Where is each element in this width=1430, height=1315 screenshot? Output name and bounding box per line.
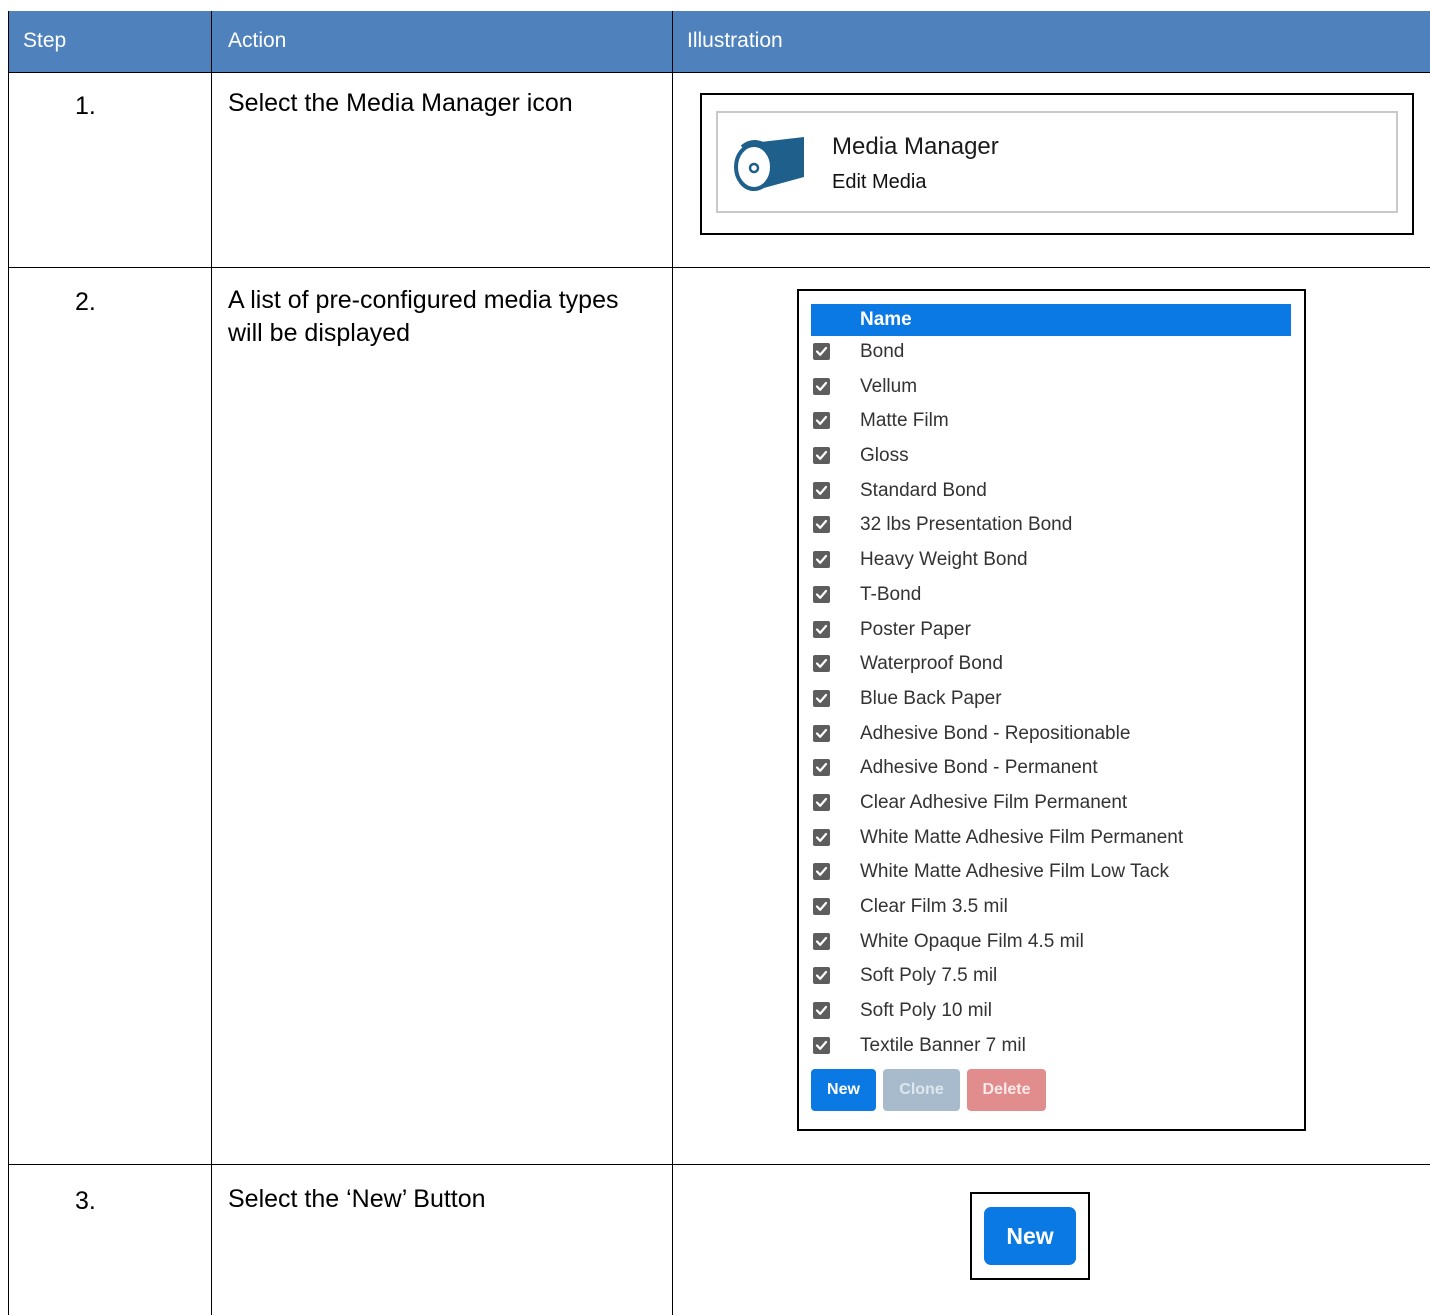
checkbox-checked-icon[interactable] [813, 585, 830, 603]
checkbox-checked-icon[interactable] [813, 828, 830, 846]
checkbox-checked-icon[interactable] [813, 759, 830, 777]
step-action: A list of pre-configured media types wil… [228, 286, 619, 347]
list-item-label: Soft Poly 7.5 mil [860, 965, 998, 987]
checkbox-checked-icon[interactable] [813, 1002, 830, 1020]
list-item[interactable]: White Matte Adhesive Film Permanent [811, 822, 1291, 857]
media-manager-tile[interactable]: Media Manager Edit Media [716, 111, 1398, 213]
list-item-label: Bond [860, 341, 905, 362]
list-item[interactable]: Bond [811, 336, 1291, 371]
list-item[interactable]: Adhesive Bond - Permanent [811, 752, 1291, 787]
checkbox-checked-icon[interactable] [813, 551, 830, 569]
list-column-header[interactable]: Name [811, 304, 1291, 336]
header-illustration: Illustration [687, 29, 783, 52]
checkbox-checked-icon[interactable] [813, 343, 830, 360]
list-item-label: Matte Film [860, 410, 949, 432]
checkbox-checked-icon[interactable] [813, 481, 830, 499]
checkbox-checked-icon[interactable] [813, 655, 830, 673]
column-divider [672, 11, 673, 1315]
list-item-label: Clear Adhesive Film Permanent [860, 791, 1128, 813]
list-item-label: Adhesive Bond - Permanent [860, 757, 1098, 779]
row-divider [9, 1164, 1430, 1165]
list-item-label: 32 lbs Presentation Bond [860, 514, 1073, 536]
list-item[interactable]: Textile Banner 7 mil [811, 1030, 1291, 1065]
checkbox-checked-icon[interactable] [813, 724, 830, 742]
list-item-label: Waterproof Bond [860, 653, 1003, 675]
step-number: 1. [75, 92, 96, 120]
list-item[interactable]: Adhesive Bond - Repositionable [811, 718, 1291, 753]
list-item[interactable]: Blue Back Paper [811, 683, 1291, 718]
clone-button[interactable]: Clone [883, 1069, 960, 1111]
list-item[interactable]: Poster Paper [811, 614, 1291, 649]
delete-button[interactable]: Delete [967, 1069, 1046, 1111]
list-item-label: White Matte Adhesive Film Permanent [860, 826, 1184, 848]
new-button-large[interactable]: New [984, 1207, 1076, 1265]
step-action: Select the Media Manager icon [228, 89, 573, 117]
checkbox-checked-icon[interactable] [813, 1036, 830, 1054]
list-item-label: Adhesive Bond - Repositionable [860, 722, 1131, 744]
step-number: 3. [75, 1187, 96, 1215]
header-step: Step [23, 29, 67, 52]
list-item-label: Blue Back Paper [860, 687, 1002, 709]
list-item[interactable]: White Matte Adhesive Film Low Tack [811, 856, 1291, 891]
list-item[interactable]: Clear Film 3.5 mil [811, 891, 1291, 926]
column-divider [211, 11, 212, 1315]
table-header: Step Action Illustration [9, 11, 1430, 73]
name-column-label: Name [860, 309, 912, 330]
list-item[interactable]: Waterproof Bond [811, 648, 1291, 683]
checkbox-checked-icon[interactable] [813, 447, 830, 465]
checkbox-checked-icon[interactable] [813, 932, 830, 950]
list-item-label: White Matte Adhesive Film Low Tack [860, 861, 1170, 883]
list-item-label: Heavy Weight Bond [860, 549, 1028, 571]
checkbox-checked-icon[interactable] [813, 863, 830, 881]
header-action: Action [228, 29, 287, 52]
media-roll-icon [734, 137, 804, 191]
list-item[interactable]: Gloss [811, 440, 1291, 475]
checkbox-checked-icon[interactable] [813, 377, 830, 395]
list-item-label: Standard Bond [860, 479, 987, 501]
list-item[interactable]: Soft Poly 7.5 mil [811, 960, 1291, 995]
list-item-label: T-Bond [860, 583, 922, 605]
step-number: 2. [75, 288, 96, 316]
list-item[interactable]: White Opaque Film 4.5 mil [811, 926, 1291, 961]
list-item-label: Poster Paper [860, 618, 971, 640]
checkbox-checked-icon[interactable] [813, 516, 830, 534]
list-item[interactable]: Matte Film [811, 405, 1291, 440]
list-item[interactable]: T-Bond [811, 579, 1291, 614]
list-item-label: Gloss [860, 445, 909, 467]
list-item[interactable]: Heavy Weight Bond [811, 544, 1291, 579]
media-manager-subtitle: Edit Media [832, 171, 927, 193]
list-item[interactable]: 32 lbs Presentation Bond [811, 509, 1291, 544]
list-item[interactable]: Clear Adhesive Film Permanent [811, 787, 1291, 822]
media-manager-title: Media Manager [832, 133, 999, 160]
checkbox-checked-icon[interactable] [813, 689, 830, 707]
checkbox-checked-icon[interactable] [813, 793, 830, 811]
list-item-label: Soft Poly 10 mil [860, 1000, 992, 1022]
list-item-label: Textile Banner 7 mil [860, 1034, 1026, 1056]
new-button[interactable]: New [811, 1069, 876, 1111]
media-list: Bond Vellum Matte Film Gloss Standard Bond 32… [811, 336, 1291, 1064]
list-item[interactable]: Soft Poly 10 mil [811, 995, 1291, 1030]
checkbox-checked-icon[interactable] [813, 620, 830, 638]
step-action: Select the ‘New’ Button [228, 1185, 486, 1213]
media-manager-illustration: Media Manager Edit Media [700, 93, 1414, 235]
list-item-label: White Opaque Film 4.5 mil [860, 930, 1084, 952]
media-list-illustration: Name Bond Vellum Matte Film Gloss Standard B… [797, 289, 1306, 1131]
list-item-label: Clear Film 3.5 mil [860, 896, 1008, 917]
checkbox-checked-icon[interactable] [813, 412, 830, 430]
checkbox-checked-icon[interactable] [813, 967, 830, 985]
row-divider [9, 267, 1430, 268]
new-button-illustration: New [970, 1192, 1090, 1280]
list-item-label: Vellum [860, 375, 918, 397]
list-item[interactable]: Standard Bond [811, 475, 1291, 510]
checkbox-checked-icon[interactable] [813, 898, 830, 915]
list-item[interactable]: Vellum [811, 371, 1291, 406]
